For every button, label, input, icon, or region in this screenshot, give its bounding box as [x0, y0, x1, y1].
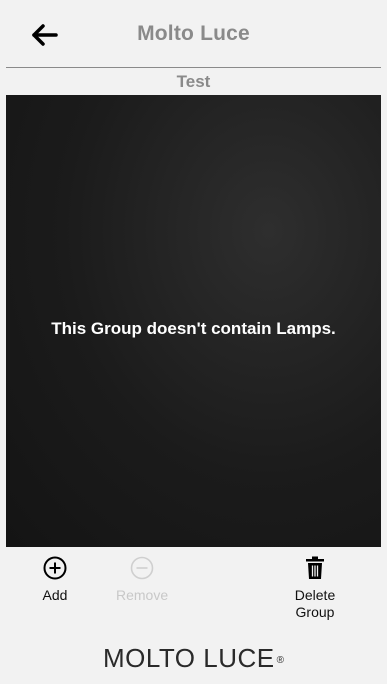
plus-circle-icon — [42, 555, 68, 581]
minus-circle-icon — [129, 555, 155, 581]
group-name-bar: Test — [6, 68, 381, 95]
brand-logo-text: MOLTO LUCE — [102, 642, 275, 673]
lamps-panel: This Group doesn't contain Lamps. — [6, 95, 381, 547]
page-title: Molto Luce — [137, 21, 250, 45]
add-button[interactable]: Add — [42, 555, 68, 604]
registered-mark: ® — [276, 654, 284, 666]
remove-button[interactable]: Remove — [116, 555, 168, 604]
app-header: Molto Luce — [6, 0, 381, 68]
group-name: Test — [176, 71, 211, 91]
app-screen: Molto Luce Test This Group doesn't conta… — [6, 0, 381, 684]
delete-group-label: Delete Group — [294, 587, 336, 620]
trash-icon — [302, 555, 328, 581]
group-toolbar: Add Remove Delete Group — [6, 547, 381, 632]
add-label: Add — [42, 587, 68, 603]
delete-group-button[interactable]: Delete Group — [286, 555, 344, 621]
empty-state-message: This Group doesn't contain Lamps. — [51, 319, 336, 338]
arrow-left-icon — [32, 24, 58, 46]
remove-label: Remove — [116, 587, 169, 603]
brand-logo: MOLTO LUCE ® — [6, 636, 381, 680]
back-button[interactable] — [28, 22, 60, 48]
